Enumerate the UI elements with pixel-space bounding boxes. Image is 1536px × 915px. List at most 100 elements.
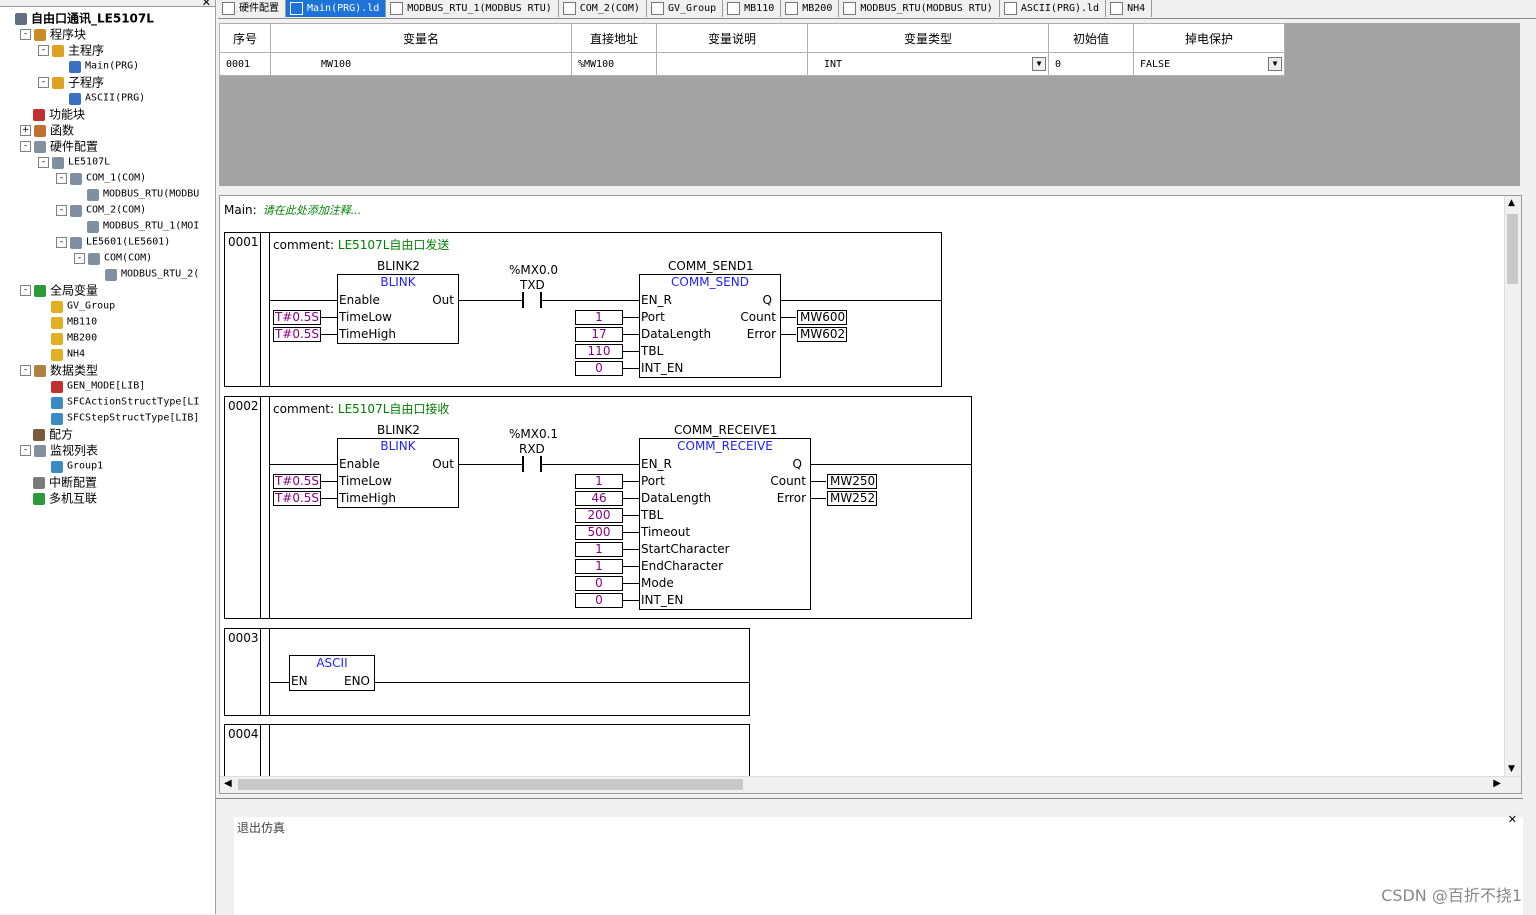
close-icon[interactable]: ✕ bbox=[1508, 813, 1517, 826]
output-count[interactable]: MW250 bbox=[827, 474, 877, 489]
tab-4[interactable]: COM_2(COM) bbox=[559, 0, 647, 17]
cell-address[interactable]: %MW100 bbox=[571, 52, 657, 76]
tab-5[interactable]: GV_Group bbox=[647, 0, 724, 17]
collapse-icon[interactable]: - bbox=[38, 77, 49, 88]
tree-item[interactable]: Group1 bbox=[38, 458, 103, 474]
collapse-icon[interactable]: - bbox=[20, 29, 31, 40]
output-count[interactable]: MW600 bbox=[797, 310, 847, 325]
tree-item[interactable]: Main(PRG) bbox=[56, 58, 139, 74]
tab-10[interactable]: NH4 bbox=[1106, 0, 1153, 17]
cell-type[interactable]: INT ▼ bbox=[807, 52, 1049, 76]
const-int-en[interactable]: 0 bbox=[575, 361, 623, 376]
tree-item[interactable]: MB110 bbox=[38, 314, 97, 330]
tree-item[interactable]: MODBUS_RTU_2( bbox=[92, 266, 199, 282]
tree-item[interactable]: MODBUS_RTU_1(MOI bbox=[74, 218, 199, 234]
network-comment[interactable]: comment: LE5107L自由口发送 bbox=[273, 236, 449, 253]
tree-item[interactable]: - 监视列表 bbox=[20, 442, 98, 458]
cell-desc[interactable] bbox=[656, 52, 808, 76]
collapse-icon[interactable]: - bbox=[74, 253, 85, 264]
collapse-icon[interactable]: - bbox=[38, 157, 49, 168]
tree-item[interactable]: - 子程序 bbox=[38, 74, 104, 90]
vertical-scrollbar[interactable]: ▲ ▼ bbox=[1504, 196, 1521, 776]
tree-item[interactable]: - 硬件配置 bbox=[20, 138, 98, 154]
const-timehigh[interactable]: T#0.5S bbox=[273, 327, 321, 342]
ascii-block[interactable]: ASCII EN ENO bbox=[289, 655, 375, 691]
const-startcharacter[interactable]: 1 bbox=[575, 542, 623, 557]
output-error[interactable]: MW602 bbox=[797, 327, 847, 342]
cell-init[interactable]: 0 bbox=[1048, 52, 1134, 76]
tree-item[interactable]: - LE5601(LE5601) bbox=[56, 234, 170, 250]
collapse-icon[interactable]: - bbox=[56, 205, 67, 216]
collapse-icon[interactable]: - bbox=[20, 285, 31, 296]
tree-item[interactable]: MB200 bbox=[38, 330, 97, 346]
scroll-thumb[interactable] bbox=[238, 779, 743, 790]
close-icon[interactable]: ✕ bbox=[202, 0, 211, 9]
tree-item[interactable]: - 全局变量 bbox=[20, 282, 98, 298]
tab-6[interactable]: MB110 bbox=[723, 0, 782, 17]
tab-7[interactable]: MB200 bbox=[781, 0, 840, 17]
table-row[interactable]: 0001 MW100 %MW100 INT ▼ 0 FALSE ▼ bbox=[219, 52, 1285, 76]
tab-3[interactable]: MODBUS_RTU_1(MODBUS RTU) bbox=[386, 0, 559, 17]
const-datalength[interactable]: 17 bbox=[575, 327, 623, 342]
output-area[interactable]: 退出仿真 bbox=[234, 817, 1523, 915]
tree-item[interactable]: SFCStepStructType[LIB] bbox=[38, 410, 199, 426]
network-0003[interactable]: 0003 ASCII EN ENO bbox=[224, 628, 750, 716]
tab-2[interactable]: Main(PRG).ld bbox=[286, 0, 387, 17]
network-0001[interactable]: 0001 comment: LE5107L自由口发送 BLINK2 BLINK … bbox=[224, 232, 942, 387]
tree-item[interactable]: - COM_2(COM) bbox=[56, 202, 146, 218]
const-timeout[interactable]: 500 bbox=[575, 525, 623, 540]
blink-block[interactable]: BLINK Enable TimeLow TimeHigh Out bbox=[337, 274, 459, 344]
tree-item[interactable]: - LE5107L bbox=[38, 154, 110, 170]
tab-9[interactable]: ASCII(PRG).ld bbox=[1000, 0, 1107, 17]
const-datalength[interactable]: 46 bbox=[575, 491, 623, 506]
collapse-icon[interactable]: - bbox=[20, 365, 31, 376]
cell-retain[interactable]: FALSE ▼ bbox=[1133, 52, 1285, 76]
tree-item[interactable]: - 主程序 bbox=[38, 42, 104, 58]
scroll-thumb[interactable] bbox=[1507, 214, 1518, 284]
tab-1[interactable]: 硬件配置 bbox=[218, 0, 286, 17]
tree-item[interactable]: 功能块 bbox=[20, 106, 85, 122]
project-tree[interactable]: ✕ 自由口通讯_LE5107L - 程序块 - 主程序 Main(PRG) - 子程序 ASCI… bbox=[0, 0, 216, 914]
const-endcharacter[interactable]: 1 bbox=[575, 559, 623, 574]
comm-receive-block[interactable]: COMM_RECEIVE EN_R Port DataLength TBL Ti… bbox=[639, 438, 811, 610]
contact-txd[interactable] bbox=[522, 292, 542, 308]
const-port[interactable]: 1 bbox=[575, 310, 623, 325]
const-timehigh[interactable]: T#0.5S bbox=[273, 491, 321, 506]
output-error[interactable]: MW252 bbox=[827, 491, 877, 506]
cell-name[interactable]: MW100 bbox=[270, 52, 572, 76]
network-comment[interactable]: comment: LE5107L自由口接收 bbox=[273, 400, 449, 417]
scroll-up-icon[interactable]: ▲ bbox=[1508, 198, 1515, 208]
tree-item[interactable]: SFCActionStructType[LI bbox=[38, 394, 199, 410]
scroll-right-icon[interactable]: ▶ bbox=[1493, 778, 1501, 789]
tree-item[interactable]: ASCII(PRG) bbox=[56, 90, 145, 106]
ladder-editor[interactable]: Main: 请在此处添加注释... 0001 comment: LE5107L自由… bbox=[219, 195, 1522, 794]
scroll-left-icon[interactable]: ◀ bbox=[224, 778, 232, 789]
main-comment[interactable]: 请在此处添加注释... bbox=[263, 204, 362, 217]
collapse-icon[interactable]: - bbox=[38, 45, 49, 56]
const-mode[interactable]: 0 bbox=[575, 576, 623, 591]
collapse-icon[interactable]: - bbox=[56, 237, 67, 248]
tree-item[interactable]: MODBUS_RTU(MODBU bbox=[74, 186, 199, 202]
collapse-icon[interactable]: - bbox=[20, 141, 31, 152]
const-tbl[interactable]: 110 bbox=[575, 344, 623, 359]
tree-item[interactable]: 自由口通讯_LE5107L bbox=[2, 10, 154, 26]
tree-item[interactable]: 中断配置 bbox=[20, 474, 97, 490]
tree-item[interactable]: - 数据类型 bbox=[20, 362, 98, 378]
dropdown-arrow-icon[interactable]: ▼ bbox=[1032, 57, 1046, 71]
blink-block[interactable]: BLINK Enable TimeLow TimeHigh Out bbox=[337, 438, 459, 508]
tree-item[interactable]: GV_Group bbox=[38, 298, 115, 314]
collapse-icon[interactable]: - bbox=[56, 173, 67, 184]
const-timelow[interactable]: T#0.5S bbox=[273, 310, 321, 325]
const-port[interactable]: 1 bbox=[575, 474, 623, 489]
const-timelow[interactable]: T#0.5S bbox=[273, 474, 321, 489]
tree-item[interactable]: + 函数 bbox=[20, 122, 74, 138]
tab-8[interactable]: MODBUS_RTU(MODBUS RTU) bbox=[839, 0, 1000, 17]
tree-item[interactable]: GEN_MODE[LIB] bbox=[38, 378, 145, 394]
const-tbl[interactable]: 200 bbox=[575, 508, 623, 523]
const-int-en[interactable]: 0 bbox=[575, 593, 623, 608]
tree-item[interactable]: - 程序块 bbox=[20, 26, 86, 42]
collapse-icon[interactable]: - bbox=[20, 445, 31, 456]
comm-send-block[interactable]: COMM_SEND EN_R Port DataLength TBL INT_E… bbox=[639, 274, 781, 378]
expand-icon[interactable]: + bbox=[20, 125, 31, 136]
dropdown-arrow-icon[interactable]: ▼ bbox=[1268, 57, 1282, 71]
